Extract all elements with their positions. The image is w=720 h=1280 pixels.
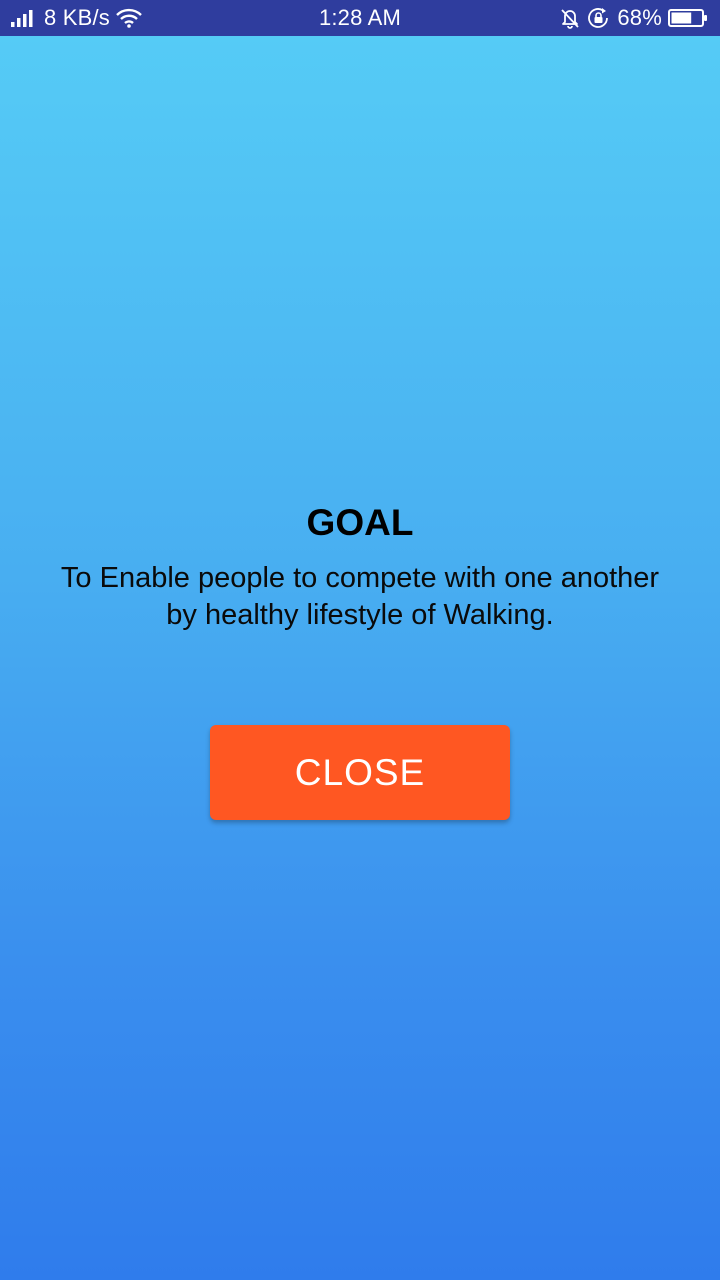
status-bar-right: 68% — [559, 0, 708, 36]
signal-icon — [10, 9, 38, 27]
status-bar-left: 8 KB/s — [10, 0, 142, 36]
battery-icon — [668, 8, 708, 28]
wifi-icon — [116, 8, 142, 28]
alarm-off-icon — [559, 7, 581, 29]
goal-title: GOAL — [306, 502, 414, 543]
network-speed: 8 KB/s — [44, 5, 111, 30]
goal-dialog: GOAL To Enable people to compete with on… — [0, 500, 720, 634]
clock: 1:28 AM — [318, 5, 402, 30]
battery-percent: 68% — [617, 5, 662, 30]
rotation-lock-icon — [587, 7, 611, 29]
goal-description: To Enable people to compete with one ano… — [60, 562, 660, 631]
close-button[interactable]: CLOSE — [210, 725, 510, 820]
status-bar: 8 KB/s 1:28 AM 68% — [0, 0, 720, 36]
